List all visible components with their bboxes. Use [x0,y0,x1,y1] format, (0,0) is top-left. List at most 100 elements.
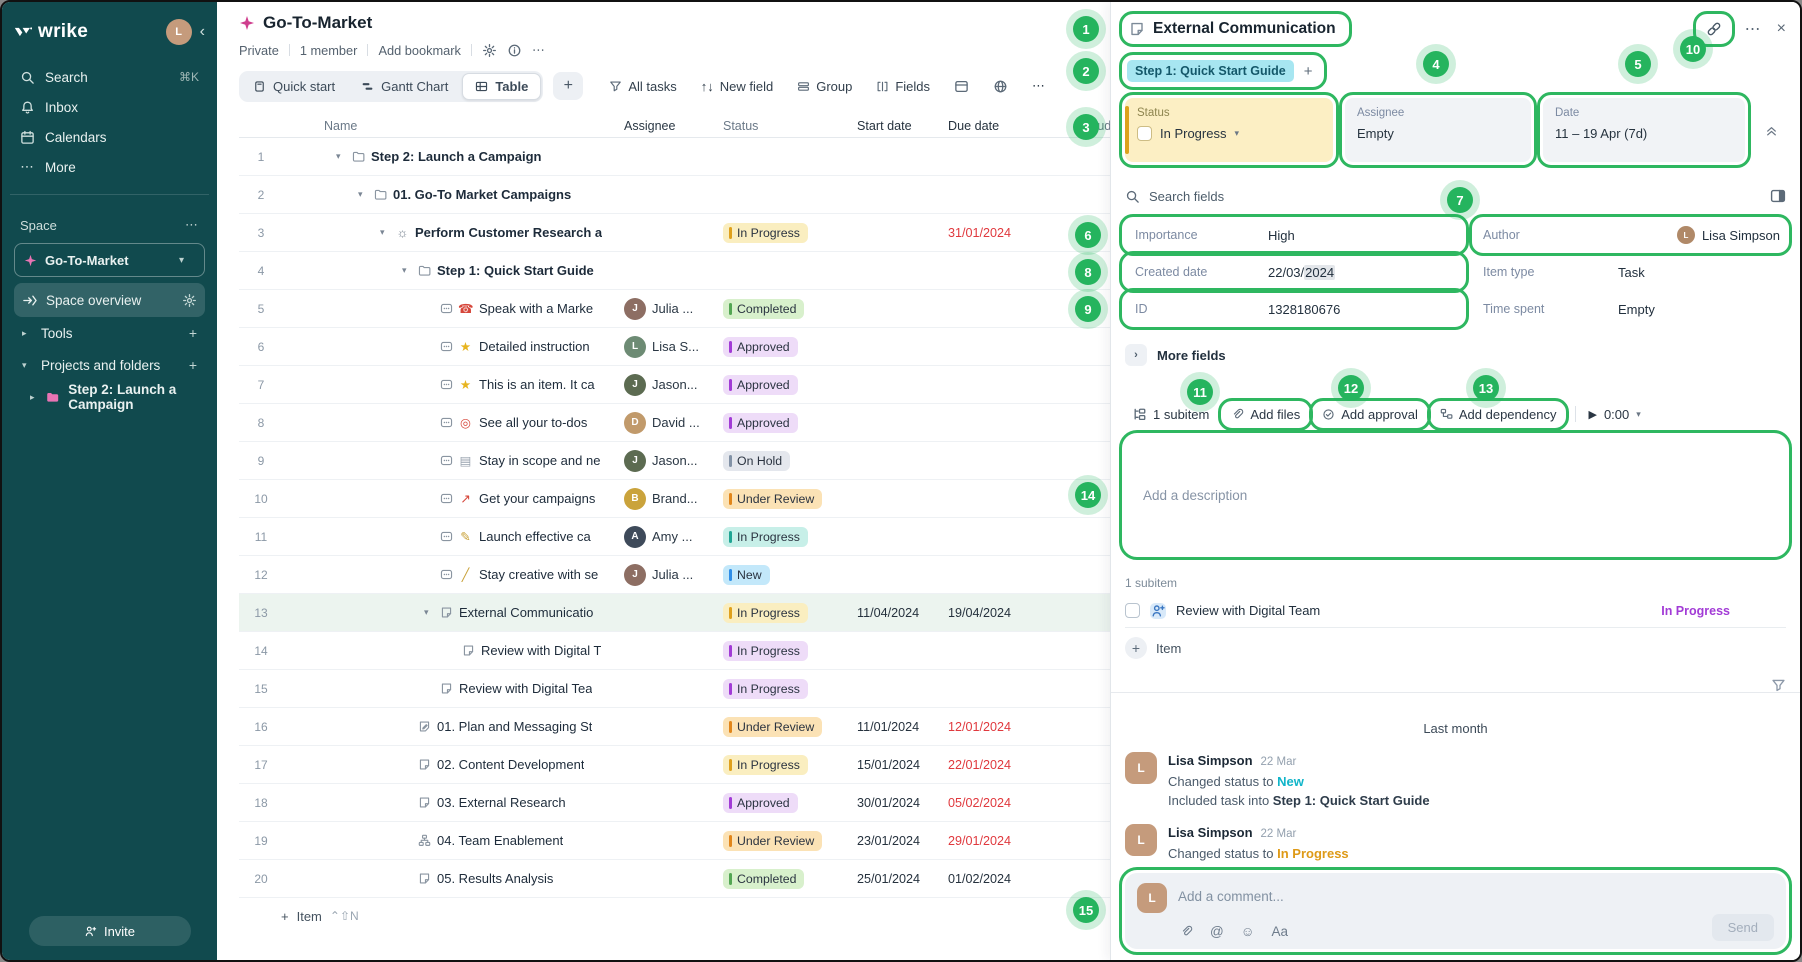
status-badge[interactable]: In Progress [723,223,808,243]
status-cell[interactable]: Under Review [717,831,847,851]
status-cell[interactable]: In Progress [717,755,847,775]
new-field-control[interactable]: ↑↓ New field [701,79,773,94]
globe-button[interactable] [993,79,1008,94]
sidebar-item-more[interactable]: ⋯ More [14,152,205,182]
status-badge[interactable]: Approved [723,793,798,813]
table-row[interactable]: 6 ★ Detailed instruction LLisa S... Appr… [239,328,1110,366]
collapse-fields-button[interactable] [1757,98,1785,162]
table-row[interactable]: 11 ✎ Launch effective ca AAmy ... In Pro… [239,518,1110,556]
attach-icon[interactable] [1180,925,1193,938]
panel-more-button[interactable]: ⋯ [1745,19,1761,39]
assignee-cell[interactable]: JJason... [619,374,717,396]
start-date-cell[interactable]: 11/04/2024 [847,606,942,620]
status-badge[interactable]: Approved [723,375,798,395]
card-view-button[interactable] [954,79,969,94]
meta-item[interactable]: Add bookmark [378,43,461,58]
user-avatar[interactable]: L [166,19,192,45]
add-project-icon[interactable]: + [189,357,197,373]
status-cell[interactable]: Approved [717,413,847,433]
sidebar-item-inbox[interactable]: Inbox [14,92,205,122]
column-header-status[interactable]: Status [717,119,847,133]
status-cell[interactable]: In Progress [717,603,847,623]
column-header-assignee[interactable]: Assignee [619,119,717,133]
sidebar-item-tools[interactable]: ▸ Tools + [14,317,205,349]
add-tool-icon[interactable]: + [189,325,197,341]
status-field[interactable]: Status In Progress ▾ [1125,98,1333,162]
status-badge[interactable]: On Hold [723,451,790,471]
tab-gantt-chart[interactable]: Gantt Chart [349,74,460,99]
time-tracker[interactable]: ▶ 0:00 ▾ [1588,407,1640,422]
description-field[interactable]: Add a description [1125,436,1786,554]
status-badge[interactable]: Completed [723,299,804,319]
status-cell[interactable]: Under Review [717,489,847,509]
chevron-down-icon[interactable]: ▾ [358,189,374,200]
subitem-status[interactable]: In Progress [1661,604,1730,618]
field-time-spent[interactable]: Time spent Empty [1475,294,1786,324]
info-icon[interactable] [507,43,522,58]
table-row[interactable]: 16 01. Plan and Messaging St Under Revie… [239,708,1110,746]
start-date-cell[interactable]: 11/01/2024 [847,720,942,734]
chevron-down-icon[interactable]: ▾ [336,151,352,162]
assignee-cell[interactable]: JJulia ... [619,564,717,586]
add-tag-button[interactable]: + [1304,63,1313,80]
fields-control[interactable]: Fields [876,79,930,94]
field-created-date[interactable]: Created date 22/03/2024 [1125,257,1463,287]
assignee-field[interactable]: Assignee Empty [1345,98,1531,162]
table-row[interactable]: 4 ▾ Step 1: Quick Start Guide [239,252,1110,290]
field-importance[interactable]: Importance High [1125,220,1463,250]
status-cell[interactable]: Completed [717,869,847,889]
table-row[interactable]: 9 ▤ Stay in scope and ne JJason... On Ho… [239,442,1110,480]
group-control[interactable]: Group [797,79,852,94]
table-row[interactable]: 8 ◎ See all your to-dos DDavid ... Appro… [239,404,1110,442]
status-cell[interactable]: In Progress [717,527,847,547]
start-date-cell[interactable]: 23/01/2024 [847,834,942,848]
activity-filter-icon[interactable] [1771,678,1786,693]
status-badge[interactable]: In Progress [723,679,808,699]
due-date-cell[interactable]: 29/01/2024 [942,834,1039,848]
status-badge[interactable]: Under Review [723,831,822,851]
send-button[interactable]: Send [1712,914,1774,941]
status-cell[interactable]: Under Review [717,717,847,737]
status-badge[interactable]: In Progress [723,641,808,661]
table-row[interactable]: 3 ▾ ☼ Perform Customer Research a In Pro… [239,214,1110,252]
due-date-cell[interactable]: 22/01/2024 [942,758,1039,772]
due-date-cell[interactable]: 31/01/2024 [942,226,1039,240]
sidebar-item-calendars[interactable]: Calendars [14,122,205,152]
status-cell[interactable]: New [717,565,847,585]
status-badge[interactable]: Approved [723,413,798,433]
add-item-row[interactable]: + Item ⌃⇧N [239,898,1110,934]
add-files-button[interactable]: Add files [1224,404,1307,425]
due-date-cell[interactable]: 12/01/2024 [942,720,1039,734]
chevron-down-icon[interactable]: ▾ [424,607,440,618]
assignee-cell[interactable]: LLisa S... [619,336,717,358]
status-cell[interactable]: In Progress [717,641,847,661]
status-cell[interactable]: In Progress [717,223,847,243]
subitem-checkbox[interactable] [1125,603,1140,618]
date-field[interactable]: Date 11 – 19 Apr (7d) [1543,98,1745,162]
space-selector[interactable]: Go-To-Market ▾ [14,243,205,277]
table-row[interactable]: 1 ▾ Step 2: Launch a Campaign [239,138,1110,176]
field-item-type[interactable]: Item type Task [1475,257,1786,287]
status-badge[interactable]: In Progress [723,603,808,623]
status-cell[interactable]: Approved [717,375,847,395]
table-row[interactable]: 2 ▾ 01. Go-To Market Campaigns [239,176,1110,214]
space-more-icon[interactable]: ⋯ [185,217,199,233]
status-cell[interactable]: Approved [717,793,847,813]
sidebar-item-search[interactable]: Search ⌘K [14,62,205,92]
table-row[interactable]: 18 03. External Research Approved 30/01/… [239,784,1110,822]
comment-box[interactable]: L Add a comment... @ ☺ Aa Send [1125,873,1786,949]
status-badge[interactable]: New [723,565,770,585]
start-date-cell[interactable]: 25/01/2024 [847,872,942,886]
chevron-down-icon[interactable]: ▾ [402,265,418,276]
status-badge[interactable]: Under Review [723,717,822,737]
status-badge[interactable]: Completed [723,869,804,889]
parent-folder-tag[interactable]: Step 1: Quick Start Guide [1127,60,1294,82]
status-cell[interactable]: Approved [717,337,847,357]
column-header-due-date[interactable]: Due date [942,119,1039,133]
invite-button[interactable]: Invite [29,916,191,946]
status-cell[interactable]: In Progress [717,679,847,699]
assignee-cell[interactable]: JJason... [619,450,717,472]
column-header-start-date[interactable]: Start date [847,119,942,133]
add-approval-button[interactable]: Add approval [1315,404,1425,425]
status-badge[interactable]: Under Review [723,489,822,509]
